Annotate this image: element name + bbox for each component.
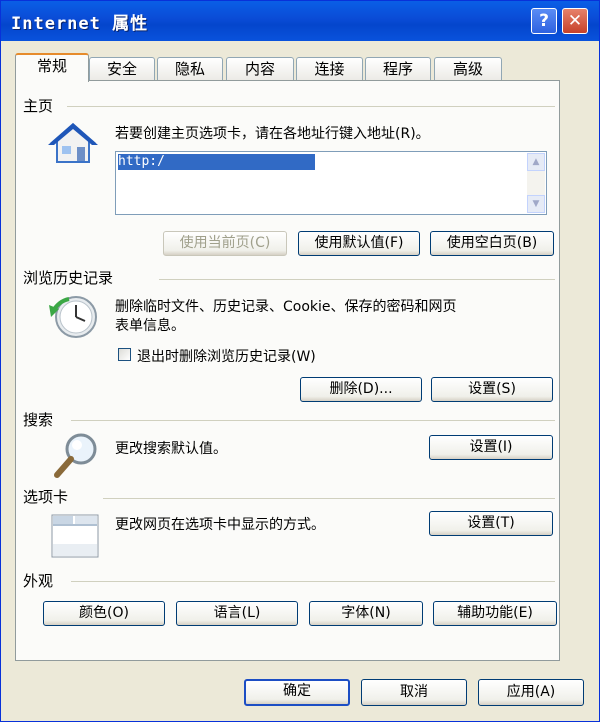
appearance-section-title: 外观 (23, 572, 54, 590)
close-button[interactable]: ✕ (562, 8, 588, 34)
tabs-separator (103, 498, 555, 499)
delete-history-button[interactable]: 删除(D)... (300, 377, 422, 402)
scroll-down-icon[interactable]: ▼ (527, 195, 545, 213)
appearance-separator (71, 581, 555, 582)
tab-content[interactable]: 内容 (226, 57, 294, 80)
search-settings-button[interactable]: 设置(I) (429, 435, 553, 460)
history-section-title: 浏览历史记录 (23, 269, 114, 287)
use-default-button[interactable]: 使用默认值(F) (298, 231, 420, 256)
history-settings-button[interactable]: 设置(S) (431, 377, 553, 402)
search-description: 更改搜索默认值。 (115, 441, 227, 457)
home-page-url-input[interactable]: http:/ ▲ ▼ (115, 151, 547, 215)
tabs-description: 更改网页在选项卡中显示的方式。 (115, 517, 325, 533)
home-page-instructions: 若要创建主页选项卡，请在各地址行键入地址(R)。 (115, 126, 430, 142)
tab-advanced[interactable]: 高级 (434, 57, 502, 80)
tabs-settings-button[interactable]: 设置(T) (429, 511, 553, 536)
search-section-title: 搜索 (23, 411, 54, 429)
scroll-up-icon[interactable]: ▲ (527, 153, 545, 171)
apply-button[interactable]: 应用(A) (478, 679, 584, 706)
house-icon (48, 123, 98, 163)
home-page-separator (67, 106, 555, 107)
magnifier-icon (54, 433, 97, 478)
home-page-url-value: http:/ (118, 154, 315, 170)
tab-privacy[interactable]: 隐私 (157, 57, 223, 80)
accessibility-button[interactable]: 辅助功能(E) (433, 601, 557, 626)
tab-security[interactable]: 安全 (89, 57, 155, 80)
tab-programs[interactable]: 程序 (365, 57, 431, 80)
cancel-button[interactable]: 取消 (361, 679, 467, 706)
tab-window-icon (51, 514, 99, 558)
search-separator (71, 420, 555, 421)
use-current-button[interactable]: 使用当前页(C) (163, 231, 287, 256)
fonts-button[interactable]: 字体(N) (309, 601, 423, 626)
url-scrollbar[interactable]: ▲ ▼ (527, 153, 545, 213)
use-blank-button[interactable]: 使用空白页(B) (430, 231, 554, 256)
ok-button[interactable]: 确定 (244, 679, 350, 706)
window-title: Internet 属性 (11, 14, 149, 34)
title-bar[interactable]: Internet 属性 ? ✕ (1, 1, 599, 41)
tab-connections[interactable]: 连接 (296, 57, 363, 80)
clock-refresh-icon (49, 296, 97, 338)
history-separator (159, 279, 555, 280)
delete-history-on-exit-checkbox[interactable] (118, 348, 131, 361)
history-description-line1: 删除临时文件、历史记录、Cookie、保存的密码和网页 (115, 299, 457, 315)
internet-properties-dialog: Internet 属性 ? ✕ 常规 安全 隐私 内容 连接 程序 高级 主页 … (0, 0, 600, 722)
help-button[interactable]: ? (531, 8, 557, 34)
tabs-section-title: 选项卡 (23, 488, 69, 506)
languages-button[interactable]: 语言(L) (176, 601, 298, 626)
home-page-section-title: 主页 (23, 97, 54, 115)
colors-button[interactable]: 颜色(O) (43, 601, 165, 626)
history-description-line2: 表单信息。 (115, 318, 185, 334)
delete-history-on-exit-label[interactable]: 退出时删除浏览历史记录(W) (137, 346, 316, 366)
tab-general[interactable]: 常规 (15, 53, 89, 82)
